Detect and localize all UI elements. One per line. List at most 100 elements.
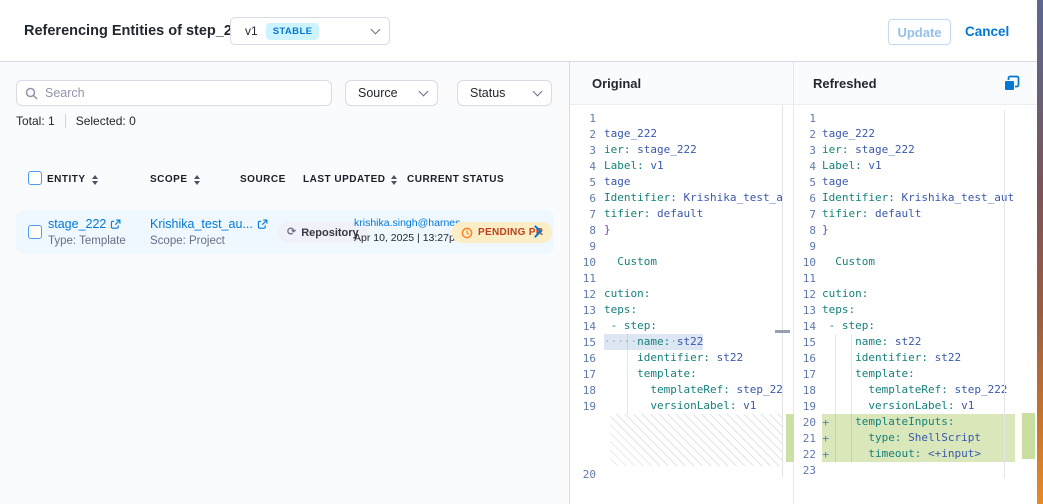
inserted-lines-gutter-marker xyxy=(786,414,794,462)
repository-icon: ⟳ xyxy=(287,227,296,238)
cancel-button[interactable]: Cancel xyxy=(965,24,1009,39)
scope-sub: Scope: Project xyxy=(150,235,225,247)
status-filter-label: Status xyxy=(470,86,505,100)
refreshed-scrollbar[interactable] xyxy=(1004,110,1005,478)
diff-header: Original Refreshed xyxy=(570,62,1037,105)
select-all-checkbox[interactable] xyxy=(28,171,42,185)
line-number: 1 xyxy=(570,112,604,125)
row-checkbox[interactable] xyxy=(28,225,42,239)
code-line: 17 template: xyxy=(794,366,1015,382)
code-line: 3ier: stage_222 xyxy=(794,142,1015,158)
line-number: 19 xyxy=(794,400,822,413)
clock-icon xyxy=(461,227,473,239)
code-line: 10 Custom xyxy=(570,254,783,270)
code-line: 12cution: xyxy=(794,286,1015,302)
code-line: 22+ timeout: <+input> xyxy=(794,446,1015,462)
code-line: 18 templateRef: step_222 xyxy=(794,382,1015,398)
line-number: 8 xyxy=(794,224,822,237)
line-number: 4 xyxy=(570,160,604,173)
code-line: 14 - step: xyxy=(794,318,1015,334)
copy-icon[interactable] xyxy=(1003,75,1020,92)
line-number: 13 xyxy=(570,304,604,317)
line-number: 19 xyxy=(570,400,604,413)
search-input[interactable] xyxy=(45,86,323,100)
version-label: v1 xyxy=(245,24,258,38)
code-line: 5tage xyxy=(570,174,783,190)
modal-header: Referencing Entities of step_222 v1 STAB… xyxy=(0,0,1037,62)
sort-icon[interactable] xyxy=(391,175,397,185)
line-number: 7 xyxy=(570,208,604,221)
line-number: 15 xyxy=(794,336,822,349)
overview-ruler-added-marker xyxy=(1022,413,1035,459)
sort-icon[interactable] xyxy=(194,175,200,185)
code-line: 9 xyxy=(570,238,783,254)
sort-icon[interactable] xyxy=(92,175,98,185)
indent-guide xyxy=(851,334,852,462)
line-number: 9 xyxy=(570,240,604,253)
background-page-edge xyxy=(1037,0,1043,504)
code-line: 20+ templateInputs: xyxy=(794,414,1015,430)
total-count: Total: 1 xyxy=(16,114,55,128)
line-number: 18 xyxy=(794,384,822,397)
refreshed-title: Refreshed xyxy=(813,76,877,91)
code-line: 1 xyxy=(570,110,783,126)
search-box xyxy=(16,80,332,106)
stable-badge: STABLE xyxy=(266,23,320,40)
code-line: 15 name: st22 xyxy=(794,334,1015,350)
entity-link[interactable]: stage_222 xyxy=(48,217,121,232)
column-header-entity[interactable]: ENTITY xyxy=(47,174,98,185)
column-label: LAST UPDATED xyxy=(303,174,385,185)
referencing-entities-modal: Referencing Entities of step_222 v1 STAB… xyxy=(0,0,1043,504)
chevron-down-icon xyxy=(419,87,429,97)
scrollbar-change-marker xyxy=(775,330,790,333)
code-line: 13teps: xyxy=(794,302,1015,318)
code-line: 14 - step: xyxy=(570,318,783,334)
line-number: 2 xyxy=(570,128,604,141)
chevron-down-icon xyxy=(371,25,381,35)
external-link-icon[interactable] xyxy=(110,219,121,230)
code-line: 11 xyxy=(794,270,1015,286)
column-header-current-status: CURRENT STATUS xyxy=(407,174,504,185)
scope-link[interactable]: Krishika_test_au... xyxy=(150,217,268,232)
entities-panel: Source Status Total: 1 Selected: 0 ENTIT… xyxy=(0,62,570,504)
line-number: 21+ xyxy=(794,432,822,445)
version-select[interactable]: v1 STABLE xyxy=(230,17,390,45)
code-line: 8} xyxy=(794,222,1015,238)
line-number: 15 xyxy=(570,336,604,349)
original-editor[interactable]: 12tage_2223ier: stage_2224Label: v15tage… xyxy=(570,105,783,504)
source-filter[interactable]: Source xyxy=(345,80,438,106)
page-title: Referencing Entities of step_222 xyxy=(24,23,248,39)
collapsed-diff-region xyxy=(610,414,783,466)
line-number: 11 xyxy=(794,272,822,285)
code-line: 6Identifier: Krishika_test_aut xyxy=(570,190,783,206)
line-number: 14 xyxy=(794,320,822,333)
update-button[interactable]: Update xyxy=(888,19,951,45)
line-number: 6 xyxy=(794,192,822,205)
line-number: 5 xyxy=(794,176,822,189)
code-line: 7tifier: default xyxy=(794,206,1015,222)
column-header-source: SOURCE xyxy=(240,174,286,185)
status-filter[interactable]: Status xyxy=(457,80,552,106)
code-line: 8} xyxy=(570,222,783,238)
code-line: 16 identifier: st22 xyxy=(794,350,1015,366)
code-line: 6Identifier: Krishika_test_aut xyxy=(794,190,1015,206)
refreshed-editor[interactable]: 12tage_2223ier: stage_2224Label: v15tage… xyxy=(794,105,1015,504)
code-line: 2tage_222 xyxy=(570,126,783,142)
line-number: 10 xyxy=(794,256,822,269)
entity-name: stage_222 xyxy=(48,217,106,232)
column-header-scope[interactable]: SCOPE xyxy=(150,174,200,185)
code-line: 4Label: v1 xyxy=(794,158,1015,174)
line-number: 4 xyxy=(794,160,822,173)
original-title: Original xyxy=(592,76,641,91)
original-scrollbar[interactable] xyxy=(782,105,783,477)
external-link-icon[interactable] xyxy=(257,219,268,230)
code-line: 13teps: xyxy=(570,302,783,318)
line-number: 8 xyxy=(570,224,604,237)
code-line: 11 xyxy=(570,270,783,286)
line-number: 13 xyxy=(794,304,822,317)
code-line: 17 template: xyxy=(570,366,783,382)
column-header-last-updated[interactable]: LAST UPDATED xyxy=(303,174,397,185)
code-line: 18 templateRef: step_222 xyxy=(570,382,783,398)
table-row[interactable]: stage_222 Type: Template Krishika_test_a… xyxy=(16,210,554,254)
table-header: ENTITY SCOPE SOURCE LAST UPDATED CURRENT… xyxy=(0,170,570,196)
